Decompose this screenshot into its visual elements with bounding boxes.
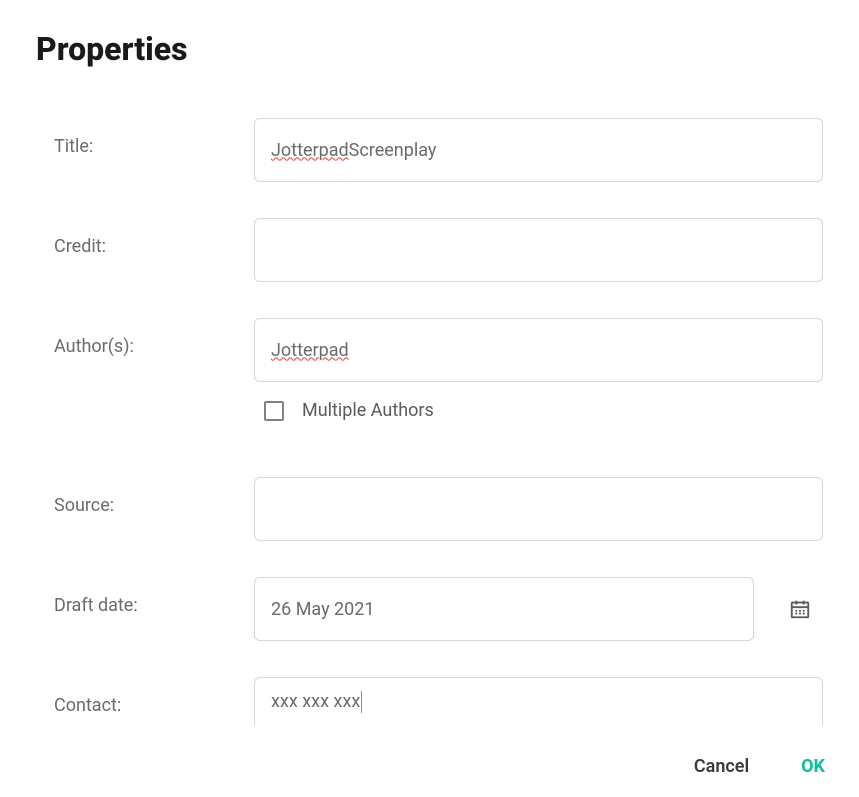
multiple-authors-label: Multiple Authors: [302, 400, 434, 421]
credit-label: Credit:: [54, 236, 106, 257]
authors-row: Author(s): Jotterpad: [54, 318, 823, 382]
contact-row: Contact: xxx xxx xxx: [54, 677, 823, 725]
source-row: Source:: [54, 477, 823, 541]
title-label: Title:: [54, 136, 93, 157]
authors-input[interactable]: Jotterpad: [254, 318, 823, 382]
source-label: Source:: [54, 495, 114, 516]
multiple-authors-group: Multiple Authors: [254, 400, 434, 421]
authors-value: Jotterpad: [271, 340, 349, 361]
contact-label: Contact:: [54, 695, 121, 716]
draft-date-label: Draft date:: [54, 595, 138, 616]
credit-row: Credit:: [54, 218, 823, 282]
draft-date-value: 26 May 2021: [271, 599, 375, 620]
text-cursor: [361, 691, 362, 713]
draft-date-input[interactable]: 26 May 2021: [254, 577, 754, 641]
contact-value: xxx xxx xxx: [271, 691, 360, 712]
cancel-button[interactable]: Cancel: [690, 750, 753, 783]
calendar-icon[interactable]: [788, 597, 812, 621]
form-container: Title: Jotterpad Screenplay Credit: Aut: [36, 118, 823, 725]
properties-dialog: Properties Title: Jotterpad Screenplay C…: [0, 0, 859, 725]
contact-input[interactable]: xxx xxx xxx: [254, 677, 823, 725]
authors-label: Author(s):: [54, 336, 134, 357]
multiple-authors-row: Multiple Authors: [54, 400, 823, 449]
multiple-authors-checkbox[interactable]: [264, 401, 284, 421]
title-input[interactable]: Jotterpad Screenplay: [254, 118, 823, 182]
draft-date-row: Draft date: 26 May 2021: [54, 577, 823, 641]
source-input[interactable]: [254, 477, 823, 541]
title-value-spell: Jotterpad: [271, 140, 349, 161]
dialog-footer: Cancel OK: [690, 750, 829, 783]
title-row: Title: Jotterpad Screenplay: [54, 118, 823, 182]
dialog-title: Properties: [36, 30, 823, 68]
credit-input[interactable]: [254, 218, 823, 282]
title-value-rest: Screenplay: [349, 140, 437, 161]
ok-button[interactable]: OK: [797, 750, 829, 783]
